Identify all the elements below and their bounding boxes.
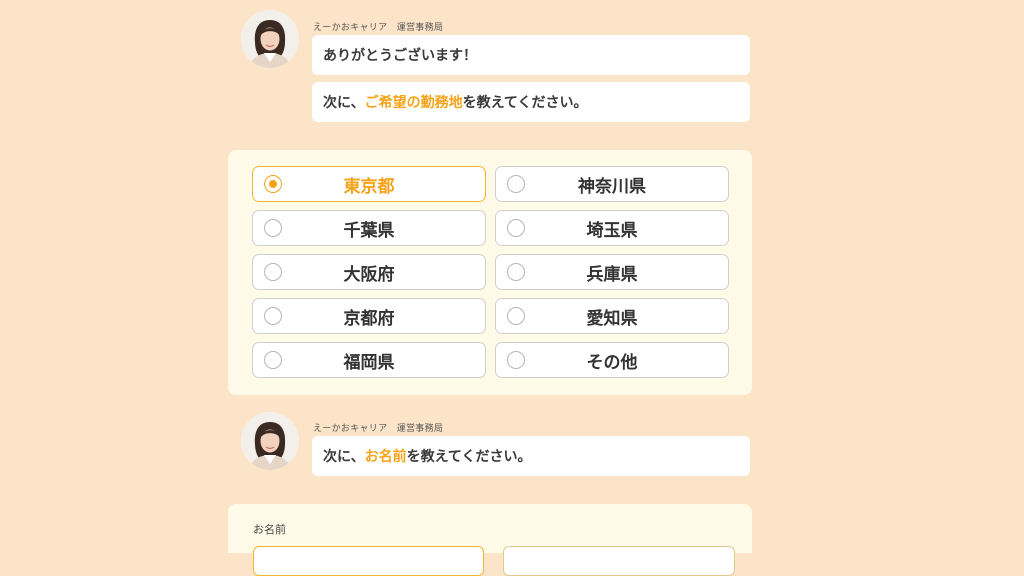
operator-avatar xyxy=(241,412,299,470)
message-highlight: お名前 xyxy=(364,449,407,465)
location-option[interactable]: 埼玉県 xyxy=(495,210,729,246)
location-option[interactable]: 福岡県 xyxy=(252,342,486,378)
message-suffix: を教えてください。 xyxy=(462,95,588,111)
location-option[interactable]: 京都府 xyxy=(252,298,486,334)
message-suffix: を教えてください。 xyxy=(406,449,532,465)
location-option-label: 愛知県 xyxy=(586,308,638,329)
location-option-label: 福岡県 xyxy=(343,352,395,373)
location-option-label: 京都府 xyxy=(343,308,395,329)
location-option-label: 埼玉県 xyxy=(586,220,638,241)
chat-bubble-thanks: ありがとうございます！ xyxy=(312,35,750,75)
operator-avatar xyxy=(241,10,299,68)
location-option[interactable]: その他 xyxy=(495,342,729,378)
chat-bubble-name-question: 次に、 お名前 を教えてください。 xyxy=(312,436,750,476)
name-form-panel: お名前 xyxy=(228,504,752,576)
last-name-input[interactable] xyxy=(253,546,484,576)
message-prefix: 次に、 xyxy=(323,449,365,465)
location-option[interactable]: 愛知県 xyxy=(495,298,729,334)
location-option[interactable]: 東京都 xyxy=(252,166,486,202)
message-prefix: 次に、 xyxy=(323,95,365,111)
location-option-label: その他 xyxy=(586,352,638,373)
name-label: お名前 xyxy=(253,523,286,536)
location-option-label: 大阪府 xyxy=(343,264,395,285)
first-name-input[interactable] xyxy=(503,546,735,576)
operator-avatar-icon xyxy=(241,10,299,68)
location-option[interactable]: 千葉県 xyxy=(252,210,486,246)
location-option-label: 神奈川県 xyxy=(578,176,646,197)
location-option-label: 千葉県 xyxy=(343,220,395,241)
message-thanks: ありがとうございます！ xyxy=(323,48,477,64)
location-options-panel: 東京都 神奈川県千葉県 埼玉県大阪府 兵庫県京都府 愛知県福岡県 その他 xyxy=(228,150,752,395)
location-option[interactable]: 兵庫県 xyxy=(495,254,729,290)
location-option[interactable]: 大阪府 xyxy=(252,254,486,290)
location-option-label: 東京都 xyxy=(343,176,395,197)
location-option[interactable]: 神奈川県 xyxy=(495,166,729,202)
sender-name: えーかおキャリア 運営事務局 xyxy=(313,23,444,33)
location-option-label: 兵庫県 xyxy=(586,264,638,285)
sender-name: えーかおキャリア 運営事務局 xyxy=(313,424,444,434)
operator-avatar-icon xyxy=(241,412,299,470)
chat-bubble-location-question: 次に、 ご希望の勤務地 を教えてください。 xyxy=(312,82,750,122)
message-highlight: ご希望の勤務地 xyxy=(364,95,463,111)
